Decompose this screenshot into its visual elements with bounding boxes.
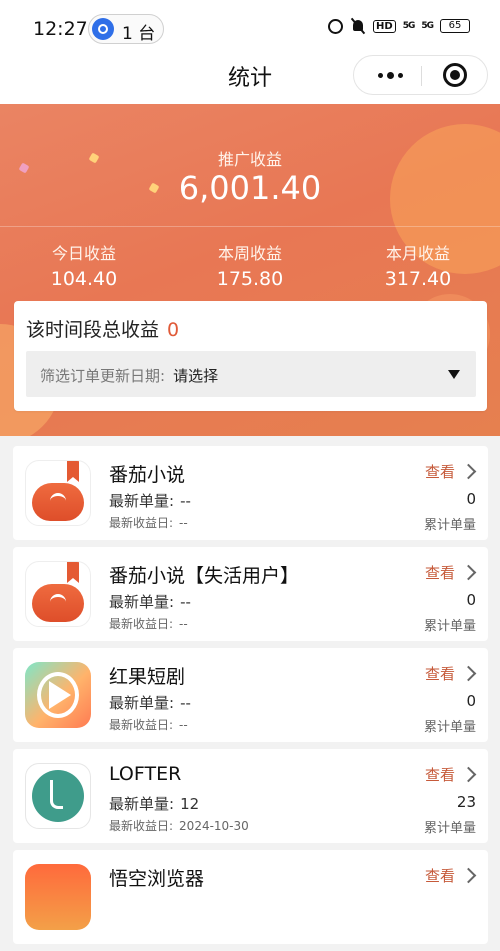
view-button[interactable]: 查看 xyxy=(425,764,477,785)
promo-income-label: 推广收益 xyxy=(217,150,282,169)
total-orders-label: 累计单量 xyxy=(423,518,476,533)
latest-orders: 最新单量: 12 xyxy=(109,795,200,813)
latest-orders: 最新单量: -- xyxy=(109,593,191,611)
list-item[interactable]: 番茄小说 最新单量: -- 最新收益日: -- 查看 0 累计单量 xyxy=(13,446,488,540)
battery-icon: 65 xyxy=(440,19,470,33)
period-income-label: 该时间段总收益 xyxy=(26,319,160,341)
view-button[interactable]: 查看 xyxy=(425,865,477,886)
wukong-browser-icon xyxy=(25,864,91,930)
date-filter-label: 筛选订单更新日期: 请选择 xyxy=(40,365,218,386)
list-item[interactable]: 番茄小说【失活用户】 最新单量: -- 最新收益日: -- 查看 0 累计单量 xyxy=(13,547,488,641)
signal-icon-2: 5G xyxy=(421,21,434,31)
chevron-right-icon xyxy=(460,766,477,783)
list-item[interactable]: LOFTER 最新单量: 12 最新收益日: 2024-10-30 查看 23 累计… xyxy=(13,749,488,843)
chevron-right-icon xyxy=(460,665,477,682)
alarm-icon xyxy=(328,18,344,34)
tomato-novel-icon xyxy=(25,561,91,627)
device-count-pill[interactable]: 1 台 xyxy=(88,14,164,44)
dropdown-caret-icon xyxy=(448,370,460,379)
hd-icon: HD xyxy=(373,19,396,33)
status-icons: HD 5G 5G 65 xyxy=(328,18,470,34)
status-time: 12:27 xyxy=(33,18,88,40)
stat-week: 本周收益 175.80 xyxy=(180,240,320,290)
capsule-divider xyxy=(421,66,422,86)
view-button[interactable]: 查看 xyxy=(425,663,477,684)
banner-divider xyxy=(0,226,500,227)
app-list: 番茄小说 最新单量: -- 最新收益日: -- 查看 0 累计单量 番茄小说【失活用… xyxy=(13,446,488,951)
chevron-right-icon xyxy=(460,463,477,480)
list-item[interactable]: 悟空浏览器 查看 xyxy=(13,850,488,944)
total-orders-label: 累计单量 xyxy=(423,720,476,735)
stat-month: 本月收益 317.40 xyxy=(348,240,488,290)
latest-orders: 最新单量: -- xyxy=(109,492,191,510)
chevron-right-icon xyxy=(460,564,477,581)
app-name: LOFTER xyxy=(109,763,182,785)
miniprogram-capsule xyxy=(353,55,488,95)
app-name: 番茄小说【失活用户】 xyxy=(109,565,300,587)
lofter-icon xyxy=(25,763,91,829)
view-button[interactable]: 查看 xyxy=(425,562,477,583)
more-menu-icon[interactable] xyxy=(372,56,408,94)
nav-bar: 统计 xyxy=(0,55,500,104)
device-count-label: 1 台 xyxy=(122,24,156,44)
wifi-share-icon xyxy=(92,18,114,40)
stat-label: 今日收益 xyxy=(51,244,116,263)
stat-label: 本月收益 xyxy=(385,244,450,263)
app-name: 悟空浏览器 xyxy=(109,868,205,890)
stat-value: 175.80 xyxy=(216,268,284,290)
total-orders: 0 xyxy=(466,692,476,710)
latest-income-date: 最新收益日: -- xyxy=(109,516,188,530)
date-filter-label-text: 筛选订单更新日期: xyxy=(40,367,166,385)
hongguo-play-icon xyxy=(25,662,91,728)
stat-value: 317.40 xyxy=(384,268,452,290)
chevron-right-icon xyxy=(460,867,477,884)
app-name: 红果短剧 xyxy=(109,666,186,688)
stat-value: 104.40 xyxy=(50,268,118,290)
view-button[interactable]: 查看 xyxy=(425,461,477,482)
total-orders: 0 xyxy=(466,490,476,508)
signal-icon: 5G xyxy=(402,21,416,31)
tomato-novel-icon xyxy=(25,460,91,526)
date-filter-value: 请选择 xyxy=(173,367,219,385)
total-orders-label: 累计单量 xyxy=(423,821,476,836)
date-filter-select[interactable]: 筛选订单更新日期: 请选择 xyxy=(26,351,476,397)
mute-icon xyxy=(350,18,366,34)
period-income-card: 该时间段总收益 0 筛选订单更新日期: 请选择 xyxy=(14,301,487,411)
period-income-value: 0 xyxy=(167,319,180,341)
latest-income-date: 最新收益日: 2024-10-30 xyxy=(109,819,249,833)
app-name: 番茄小说 xyxy=(109,464,186,486)
total-orders: 0 xyxy=(466,591,476,609)
latest-orders: 最新单量: -- xyxy=(109,694,191,712)
stat-today: 今日收益 104.40 xyxy=(14,240,154,290)
status-bar: 12:27 1 台 HD 5G 5G 65 xyxy=(0,0,500,58)
stat-label: 本周收益 xyxy=(217,244,282,263)
period-income-title: 该时间段总收益 0 xyxy=(26,315,179,342)
latest-income-date: 最新收益日: -- xyxy=(109,617,188,631)
latest-income-date: 最新收益日: -- xyxy=(109,718,188,732)
list-item[interactable]: 红果短剧 最新单量: -- 最新收益日: -- 查看 0 累计单量 xyxy=(13,648,488,742)
total-orders: 23 xyxy=(456,793,476,811)
promo-income-value: 6,001.40 xyxy=(178,169,322,207)
total-orders-label: 累计单量 xyxy=(423,619,476,634)
close-miniprogram-icon[interactable] xyxy=(443,63,467,87)
